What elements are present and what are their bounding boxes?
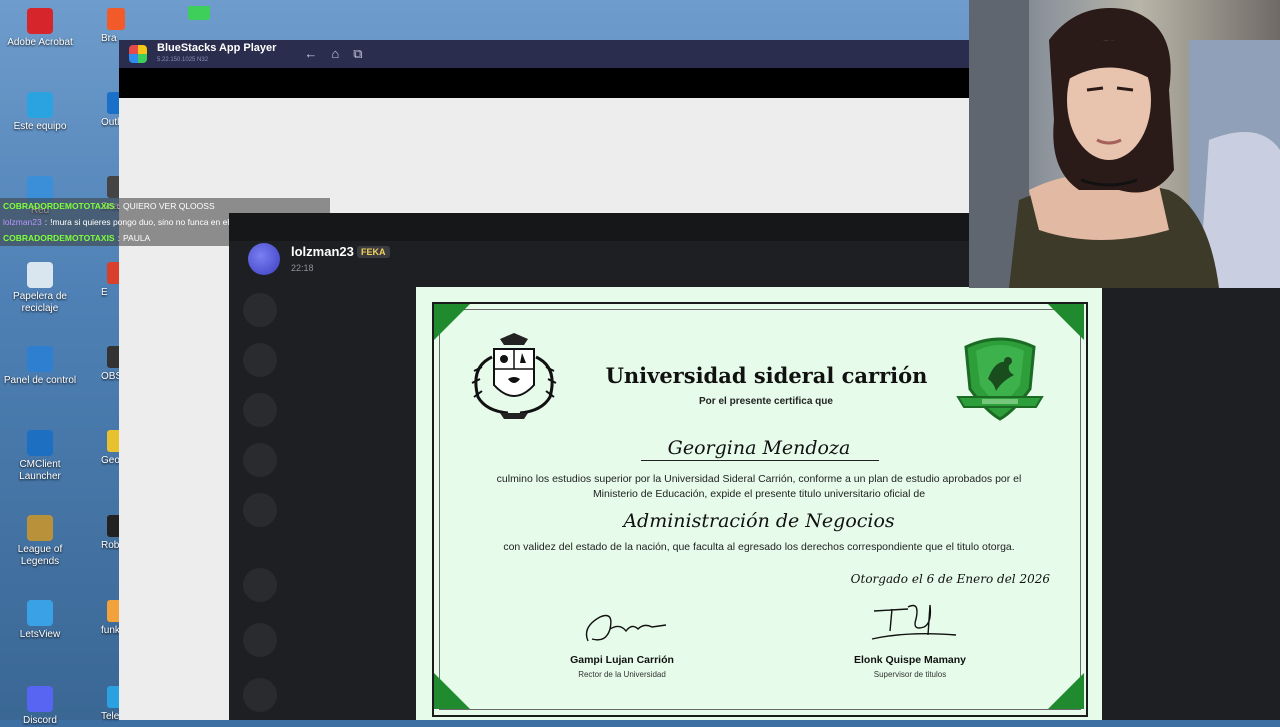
- corner-triangle-top-right: [1048, 304, 1084, 340]
- signatory-name: Elonk Quispe Mamany: [853, 654, 967, 666]
- recycle-bin-icon: [27, 262, 53, 288]
- brave-icon: [107, 8, 125, 30]
- desktop-icon[interactable]: Panel de control: [0, 346, 80, 387]
- server-icon[interactable]: [243, 568, 277, 602]
- graduate-name: Georgina Mendoza: [667, 437, 851, 459]
- server-icon[interactable]: [243, 623, 277, 657]
- chat-message: COBRADORDEMOTOTAXIS: QUIERO VER QLOOSS: [0, 198, 330, 214]
- chat-username: COBRADORDEMOTOTAXIS: [3, 201, 115, 211]
- bluestacks-desktop-icon: [188, 6, 210, 20]
- server-icon[interactable]: [243, 343, 277, 377]
- chat-separator: :: [117, 233, 120, 243]
- discord-message-time: 22:18: [291, 263, 314, 273]
- desktop-icon[interactable]: Papelera de reciclaje: [0, 262, 80, 315]
- back-arrow-icon[interactable]: ←: [304, 46, 317, 62]
- bluestacks-title: BlueStacks App Player: [157, 42, 277, 54]
- bluestacks-titlebar[interactable]: BlueStacks App Player 5.22.150.1025 N32 …: [119, 40, 969, 68]
- server-icon[interactable]: [243, 493, 277, 527]
- desktop-icon-label: Panel de control: [3, 375, 77, 386]
- supervisor-signature: [871, 604, 957, 640]
- corner-triangle-bottom-left: [434, 673, 470, 709]
- webcam-feed: [969, 0, 1280, 288]
- signatory-name: Gampi Lujan Carrión: [570, 654, 674, 666]
- chat-separator: :: [44, 217, 48, 227]
- chat-username: lolzman23: [3, 217, 42, 227]
- chat-username: COBRADORDEMOTOTAXIS: [3, 233, 115, 243]
- desktop-icon-label: Discord: [23, 715, 57, 726]
- chat-text: PAULA: [122, 233, 151, 243]
- degree-title: Administración de Negocios: [623, 510, 895, 532]
- name-underline: [641, 460, 879, 461]
- bluestacks-logo-icon: [129, 45, 147, 63]
- home-icon[interactable]: ⌂: [331, 46, 339, 62]
- computer-icon: [27, 92, 53, 118]
- control-panel-icon: [27, 346, 53, 372]
- desktop-icon-label: Este equipo: [13, 121, 67, 132]
- streamer-webcam-image: [969, 0, 1280, 288]
- chat-separator: :: [117, 201, 120, 211]
- chat-text: !mura si quieres pongo duo, sino no func…: [50, 217, 251, 227]
- award-date: Otorgado el 6 de Enero del 2026: [850, 572, 1050, 586]
- discord-icon: [27, 686, 53, 712]
- signatory-role: Supervisor de titulos: [873, 670, 947, 679]
- desktop-icon[interactable]: Bra: [101, 8, 141, 44]
- desktop-icon[interactable]: CMClient Launcher: [0, 430, 80, 483]
- chat-text: QUIERO VER QLOOSS: [122, 201, 215, 211]
- desktop-icon-label: Papelera de reciclaje: [13, 291, 67, 314]
- desktop-icon-label: Adobe Acrobat: [7, 37, 73, 48]
- bluestacks-version: 5.22.150.1025 N32: [157, 57, 209, 63]
- desktop-icon[interactable]: Adobe Acrobat: [0, 8, 80, 49]
- acrobat-icon: [27, 8, 53, 34]
- desktop-icon[interactable]: League of Legends: [0, 515, 80, 568]
- desktop-icon-label: League of Legends: [17, 544, 63, 567]
- validity-line: con validez del estado de la nación, que…: [503, 541, 1015, 553]
- signatory-role: Rector de la Universidad: [578, 670, 666, 679]
- recent-apps-icon[interactable]: ⧉: [353, 46, 362, 62]
- avatar[interactable]: [248, 243, 280, 275]
- desktop-icon[interactable]: Este equipo: [0, 92, 80, 133]
- desktop-icon[interactable]: LetsView: [0, 600, 80, 641]
- letsview-icon: [27, 600, 53, 626]
- server-icon[interactable]: [243, 293, 277, 327]
- bluestacks-toolbar-area: [119, 68, 969, 98]
- bluestacks-nav: ← ⌂ ⧉: [304, 46, 362, 62]
- cmclient-icon: [27, 430, 53, 456]
- certificate-body-line-2: Ministerio de Educación, expide el prese…: [592, 488, 926, 500]
- discord-username[interactable]: lolzman23: [291, 244, 354, 259]
- desktop-icon-label: LetsView: [19, 629, 61, 640]
- certificate-body-line-1: culmino los estudios superior por la Uni…: [496, 473, 1022, 485]
- rector-signature: [585, 614, 667, 642]
- desktop-icon[interactable]: Discord: [0, 686, 80, 727]
- corner-triangle-bottom-right: [1048, 673, 1084, 709]
- league-icon: [27, 515, 53, 541]
- university-name: Universidad sideral carrión: [605, 363, 928, 388]
- desktop-icon-bluestacks-partial[interactable]: [176, 6, 220, 20]
- server-icon[interactable]: [243, 393, 277, 427]
- server-icon[interactable]: [243, 443, 277, 477]
- certify-line: Por el presente certifica que: [699, 396, 833, 407]
- server-icon[interactable]: [243, 678, 277, 712]
- certificate: Universidad sideral carrión Por el prese…: [416, 287, 1102, 720]
- discord-user-badge: FEKA: [357, 246, 390, 258]
- desktop-icon-label: CMClient Launcher: [19, 459, 61, 482]
